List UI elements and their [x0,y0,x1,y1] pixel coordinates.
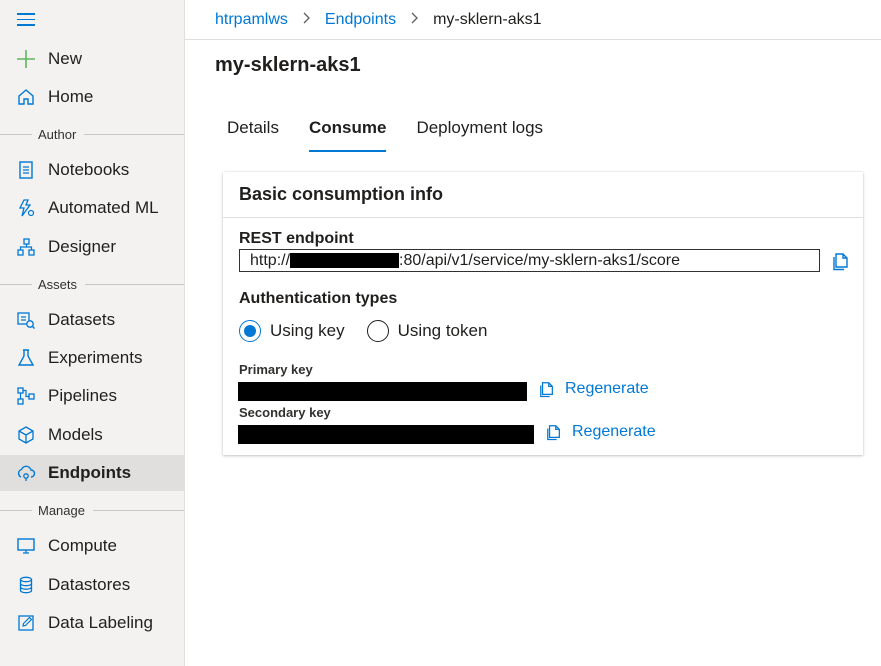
nav-item-datastores[interactable]: Datastores [0,567,184,603]
nav-item-experiments[interactable]: Experiments [0,340,184,376]
redacted-secondary-key [238,425,534,444]
endpoint-prefix: http:// [250,251,291,269]
copy-endpoint-icon[interactable] [832,251,850,276]
monitor-icon [16,536,36,556]
nav-item-endpoints[interactable]: Endpoints [0,455,184,491]
endpoint-cloud-icon [16,463,36,483]
nav-item-label: Home [48,87,94,106]
tab-deployment-logs[interactable]: Deployment logs [404,112,555,152]
nav-item-automated-ml[interactable]: Automated ML [0,190,184,226]
regenerate-label: Regenerate [565,380,649,397]
nav-item-label: Experiments [48,348,143,367]
page-title: my-sklern-aks1 [215,54,361,76]
secondary-key-label: Secondary key [239,405,331,420]
regenerate-secondary-key-button[interactable]: Regenerate [546,423,656,441]
radio-circle-selected [239,320,261,342]
nav-item-datasets[interactable]: Datasets [0,302,184,338]
breadcrumb-endpoints-link[interactable]: Endpoints [325,11,396,29]
redacted-primary-key [238,382,527,401]
pipeline-icon [16,386,36,406]
edit-icon [16,613,36,633]
regenerate-primary-key-button[interactable]: Regenerate [539,380,649,398]
nav-item-notebooks[interactable]: Notebooks [0,152,184,188]
breadcrumb-current: my-sklern-aks1 [433,10,542,28]
left-nav: New Home Author Notebooks Automated ML D… [0,0,185,666]
nav-item-new[interactable]: New [0,41,184,77]
nav-item-label: Automated ML [48,198,159,217]
nav-item-label: Data Labeling [48,613,153,632]
rest-endpoint-field[interactable]: http:// :80/api/v1/service/my-sklern-aks1… [239,249,820,272]
tab-consume[interactable]: Consume [297,112,398,152]
nav-item-label: Datasets [48,310,116,329]
hamburger-menu-icon[interactable] [17,13,35,27]
nav-item-data-labeling[interactable]: Data Labeling [0,605,184,641]
regenerate-label: Regenerate [572,423,656,440]
tab-bar: Details Consume Deployment logs [215,112,555,154]
datasets-icon [16,310,36,330]
rest-endpoint-label: REST endpoint [239,230,354,247]
nav-item-label: Compute [48,536,117,555]
radio-using-key[interactable]: Using key [239,320,345,342]
section-assets: Assets [0,276,184,292]
home-icon [16,87,36,107]
designer-icon [16,237,36,257]
database-icon [16,575,36,595]
chevron-right-icon [410,11,419,28]
radio-circle [366,320,389,342]
chevron-right-icon [302,11,311,28]
nav-item-pipelines[interactable]: Pipelines [0,378,184,414]
copy-icon [539,380,555,398]
copy-icon [546,423,562,441]
plus-icon [16,49,36,69]
breadcrumb: htrpamlws Endpoints my-sklern-aks1 [185,0,881,40]
section-author: Author [0,126,184,142]
nav-item-label: Models [48,425,103,444]
nav-item-label: Notebooks [48,160,130,179]
nav-item-designer[interactable]: Designer [0,229,184,265]
nav-item-models[interactable]: Models [0,417,184,453]
primary-key-label: Primary key [239,362,313,377]
nav-item-home[interactable]: Home [0,79,184,115]
card-title: Basic consumption info [223,172,863,218]
nav-item-label: Endpoints [48,463,132,482]
tab-details[interactable]: Details [215,112,291,152]
radio-label: Using token [397,321,488,340]
radio-label: Using key [270,321,345,340]
radio-using-token[interactable]: Using token [366,320,488,342]
redacted-host [290,253,400,268]
basic-consumption-card: Basic consumption info REST endpoint htt… [223,172,863,455]
nav-item-label: New [48,49,83,68]
notebook-icon [16,160,36,180]
breadcrumb-workspace-link[interactable]: htrpamlws [215,11,288,29]
cube-icon [16,425,36,445]
nav-item-label: Datastores [48,575,131,594]
nav-item-label: Pipelines [48,386,117,405]
endpoint-suffix: :80/api/v1/service/my-sklern-aks1/score [399,251,681,269]
automl-icon [16,198,36,218]
section-manage: Manage [0,502,184,518]
flask-icon [16,348,36,368]
auth-types-label: Authentication types [239,290,398,307]
auth-radio-group: Using key Using token [239,320,509,342]
nav-item-compute[interactable]: Compute [0,528,184,564]
nav-item-label: Designer [48,237,117,256]
